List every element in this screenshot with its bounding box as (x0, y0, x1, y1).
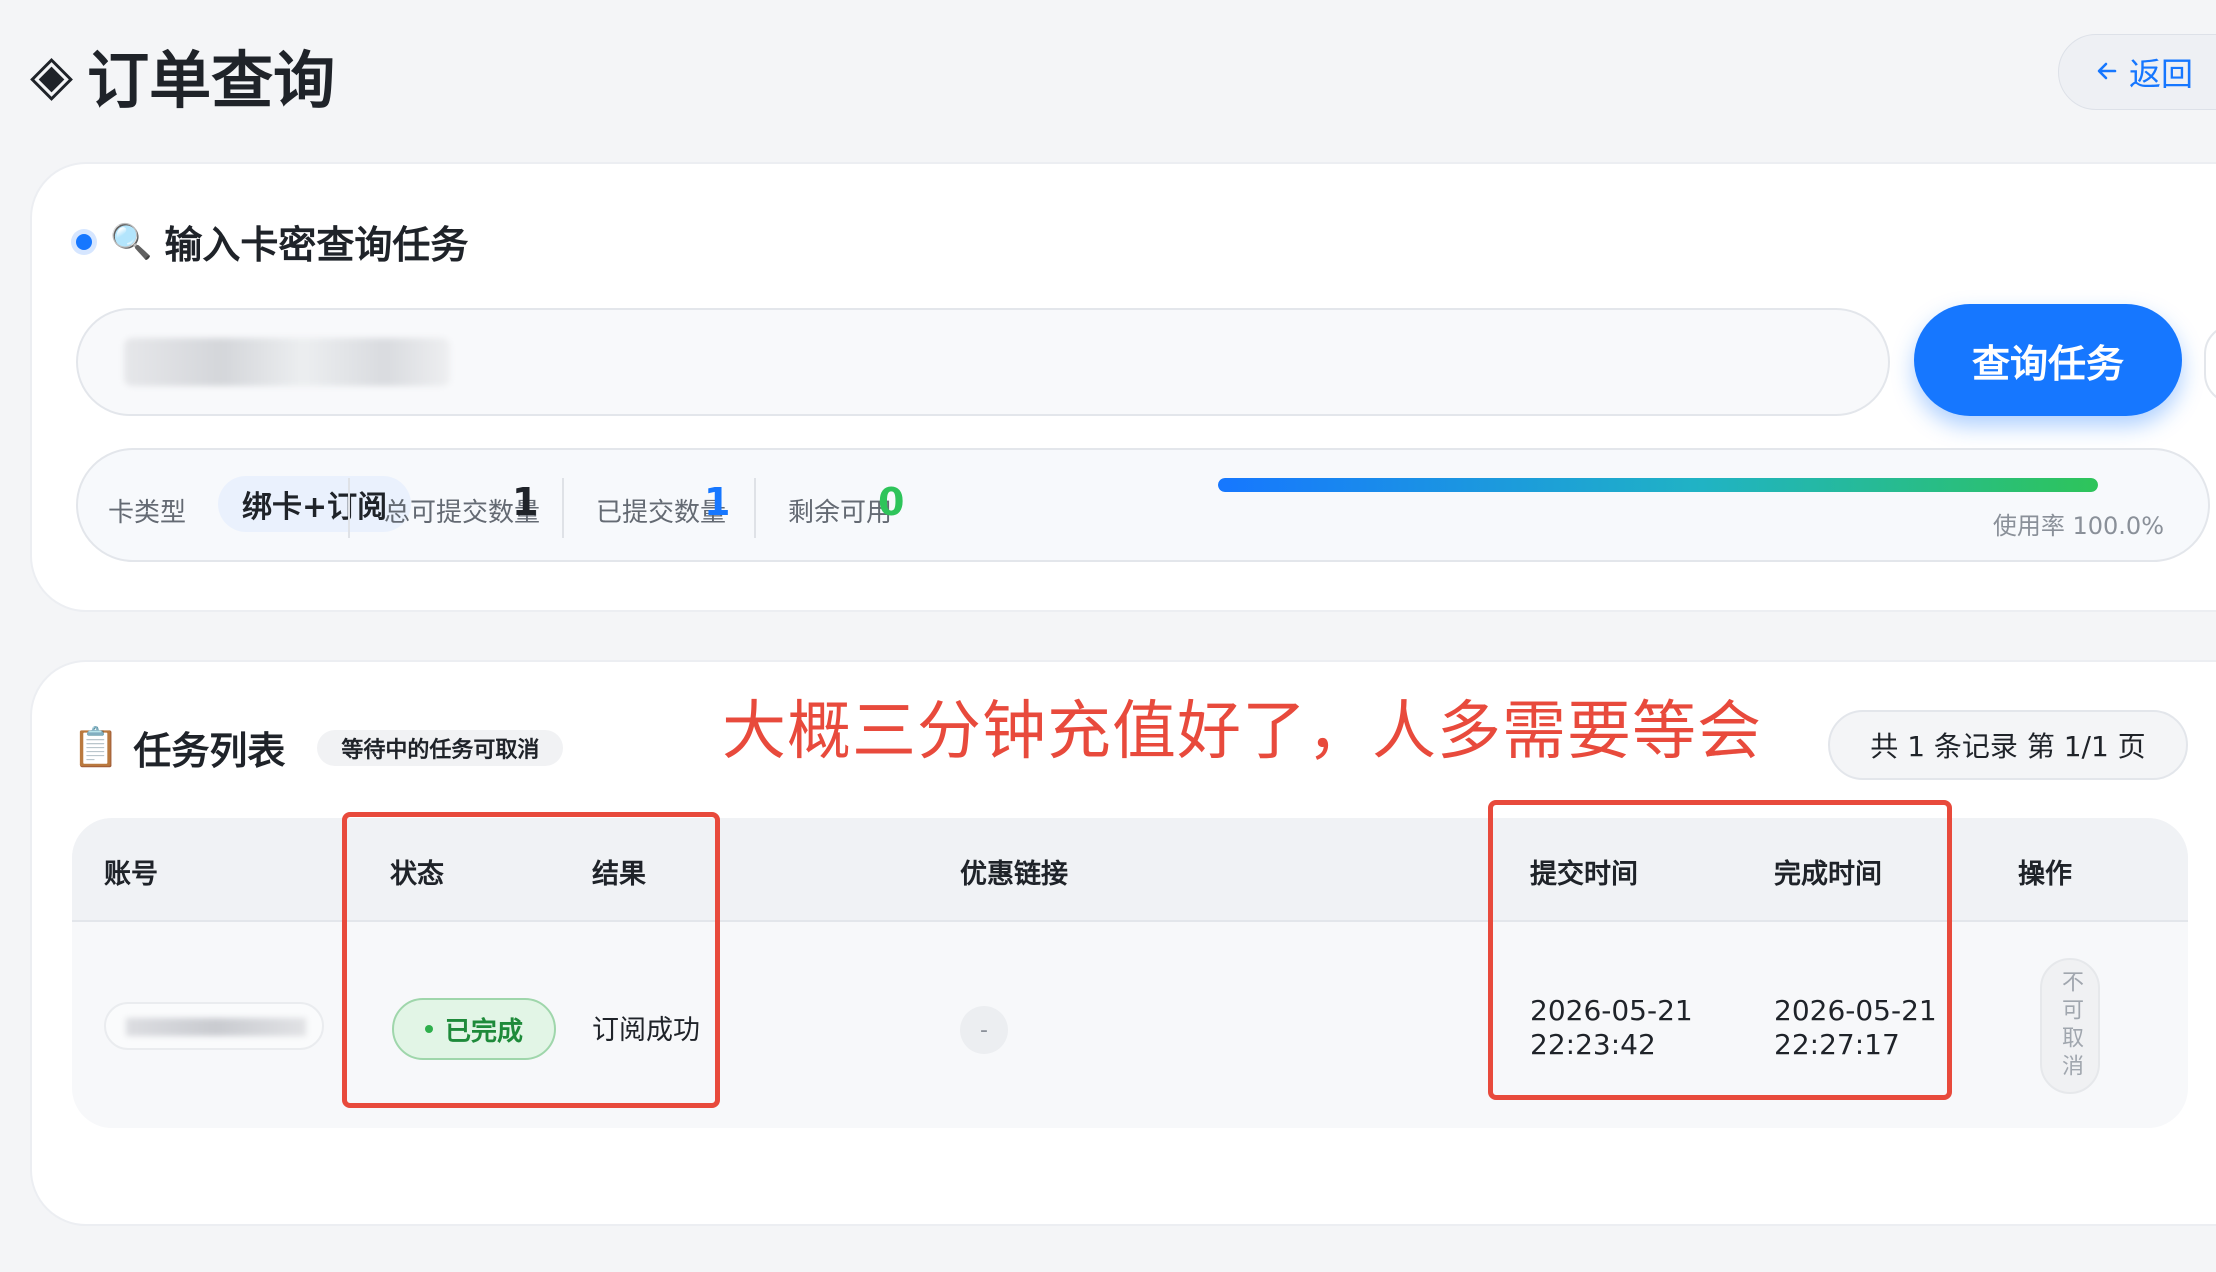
col-promo-link: 优惠链接 (960, 859, 1068, 890)
usage-progress-bar (1218, 478, 2098, 492)
search-section-title: 输入卡密查询任务 (164, 223, 469, 267)
redacted-input-value (124, 338, 450, 386)
remaining-label: 剩余可用 (788, 498, 893, 528)
highlight-box-status (342, 812, 720, 1108)
redacted-account (104, 1002, 324, 1050)
back-button[interactable]: 返回 (2058, 34, 2216, 110)
cancel-hint-badge: 等待中的任务可取消 (317, 729, 564, 766)
stats-bar: 卡类型 绑卡+订阅 总可提交数量 1 已提交数量 1 剩余可用 0 使用率 10… (76, 448, 2210, 562)
card-type-badge: 绑卡+订阅 (218, 476, 412, 532)
promo-link-empty: - (960, 1006, 1008, 1054)
usage-rate-text: 使用率 100.0% (1992, 512, 2164, 540)
divider (348, 478, 350, 538)
query-task-button[interactable]: 查询任务 (1914, 304, 2182, 416)
record-count: 共 1 条记录 第 1/1 页 (1828, 710, 2188, 780)
status-dot (76, 233, 92, 250)
page-title: ◈ 订单查询 (30, 30, 335, 120)
divider (754, 478, 756, 538)
diamond-icon: ◈ (30, 42, 74, 108)
usage-progress-fill (1218, 478, 2098, 492)
card-type-label: 卡类型 (108, 498, 187, 528)
task-list-header: 📋 任务列表 等待中的任务可取消 (72, 720, 564, 775)
annotation-text: 大概三分钟充值好了，人多需要等会 (722, 695, 1762, 769)
total-value: 1 (512, 480, 539, 524)
col-account: 账号 (104, 859, 158, 890)
back-label: 返回 (2129, 55, 2194, 93)
submitted-value: 1 (704, 480, 731, 524)
search-section-header: 🔍 输入卡密查询任务 (76, 214, 468, 269)
card-key-input[interactable] (76, 308, 1890, 416)
col-action: 操作 (2018, 859, 2072, 890)
arrow-left-icon (2095, 53, 2119, 91)
clear-button[interactable] (2204, 324, 2216, 404)
clipboard-icon: 📋 (72, 725, 120, 769)
divider (562, 478, 564, 538)
task-list-title: 任务列表 (133, 729, 286, 773)
remaining-value: 0 (878, 480, 905, 524)
search-card: 🔍 输入卡密查询任务 查询任务 卡类型 绑卡+订阅 总可提交数量 1 已提交数量… (30, 162, 2216, 612)
highlight-box-times (1488, 800, 1952, 1100)
page-title-text: 订单查询 (87, 44, 336, 117)
magnifier-icon: 🔍 (110, 221, 153, 262)
cancel-button-disabled[interactable]: 不可取消 (2040, 958, 2100, 1094)
